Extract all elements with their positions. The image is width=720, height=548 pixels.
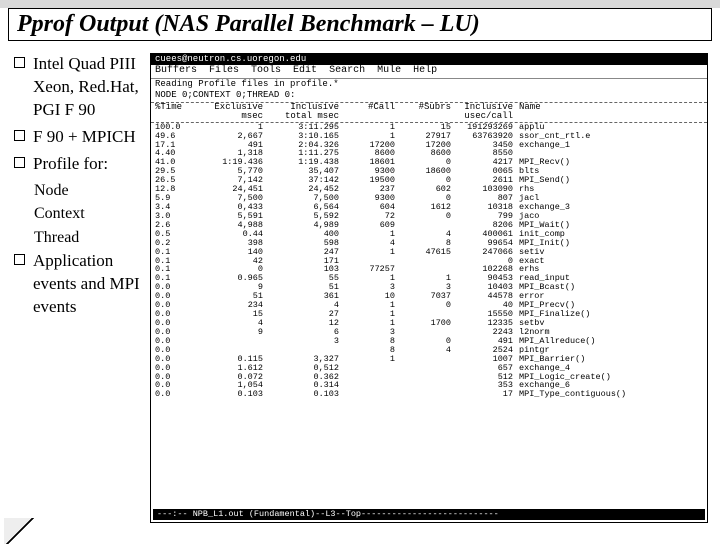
col-inclusive: Inclusive total msec [271,103,347,122]
bullet-4: Application events and MPI events [33,250,144,319]
table-row: 0.0380491MPI_Allreduce() [155,337,703,346]
bullet-icon [14,57,25,68]
menu-edit[interactable]: Edit [293,66,317,77]
menu-files[interactable]: Files [209,66,239,77]
table-row: 0.05136110703744578error [155,292,703,301]
bullet-3-sub3: Thread [14,227,144,249]
col-exclusive: Exclusive msec [199,103,271,122]
menu-help[interactable]: Help [413,66,437,77]
bullet-2: F 90 + MPICH [33,126,136,149]
menu-mule[interactable]: Mule [377,66,401,77]
col-usec: Inclusive usec/call [459,103,519,122]
profile-header: NODE 0;CONTEXT 0;THREAD 0: [151,90,707,102]
col-time: %Time [155,103,199,122]
col-call: #Call [347,103,403,122]
table-row: 0.01527115550MPI_Finalize() [155,310,703,319]
bullet-3-sub1: Node [14,180,144,202]
table-row: 0.04121170012335setbv [155,319,703,328]
status-bar: ---:-- NPB_L1.out (Fundamental)--L3--Top… [153,509,705,520]
menu-search[interactable]: Search [329,66,365,77]
bullet-icon [14,157,25,168]
table-row: 2.64,9884,9896098206MPI_Wait() [155,221,703,230]
menu-buffers[interactable]: Buffers [155,66,197,77]
bullet-3-sub2: Context [14,203,144,225]
table-row: 0.09632243l2norm [155,328,703,337]
terminal-title: cuees@neutron.cs.uoregon.edu [151,54,707,65]
bullet-1: Intel Quad PIII Xeon, Red.Hat, PGI F 90 [33,53,144,122]
data-rows: 100.013:11.295115191293269applu49.62,667… [151,123,707,400]
terminal-window: cuees@neutron.cs.uoregon.edu Buffers Fil… [150,53,708,523]
menu-tools[interactable]: Tools [251,66,281,77]
bullets: Intel Quad PIII Xeon, Red.Hat, PGI F 90 … [14,53,144,523]
bullet-icon [14,254,25,265]
col-name: Name [519,103,689,122]
menu-bar: Buffers Files Tools Edit Search Mule Hel… [151,65,707,79]
bullet-icon [14,130,25,141]
table-row: 0.09513310403MPI_Bcast() [155,283,703,292]
title-bar: Pprof Output (NAS Parallel Benchmark – L… [8,8,712,41]
status-message: Reading Profile files in profile.* [151,79,707,90]
table-row: 0.00.1030.10317MPI_Type_contiguous() [155,390,703,399]
table-row: 0.50.4440014400061init_comp [155,230,703,239]
table-row: 0.10.965551190453read_input [155,274,703,283]
page-title: Pprof Output (NAS Parallel Benchmark – L… [17,11,703,38]
bullet-3: Profile for: [33,153,108,176]
table-row: 0.1421710exact [155,257,703,266]
table-row: 0.023441040MPI_Precv() [155,301,703,310]
col-subrs: #Subrs [403,103,459,122]
page-fold-icon [4,518,36,544]
column-headers: %Time Exclusive msec Inclusive total mse… [151,103,707,123]
table-row: 0.1140247147615247066setiv [155,248,703,257]
